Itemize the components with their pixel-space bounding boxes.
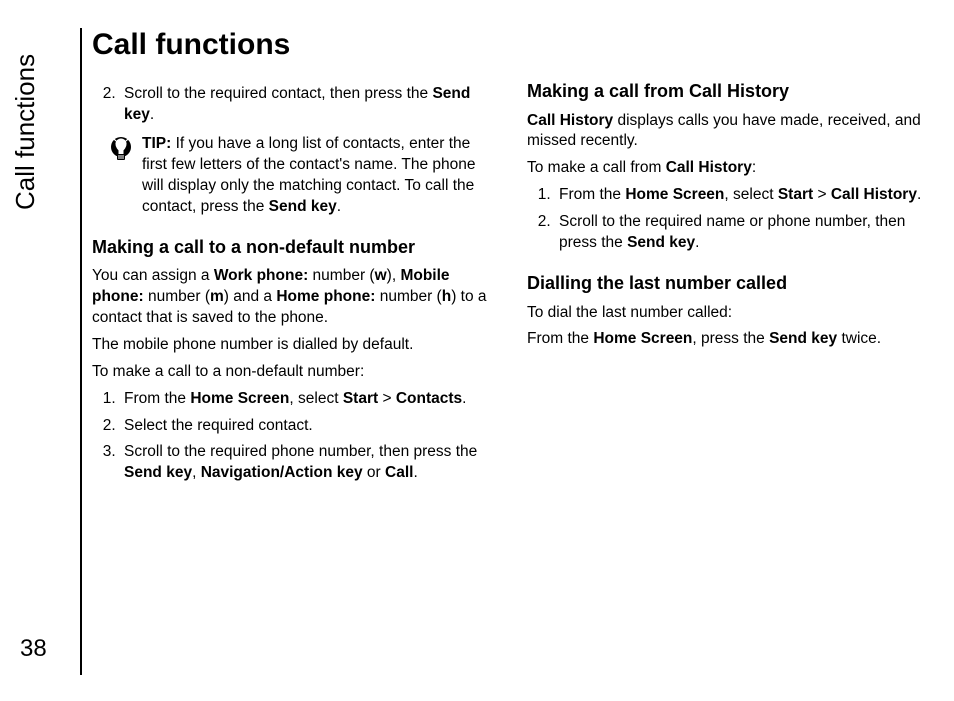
bold: w	[375, 267, 387, 284]
list-item: Scroll to the required contact, then pre…	[120, 84, 491, 126]
bold: Send key	[269, 198, 337, 215]
heading-dial-last: Dialling the last number called	[527, 272, 926, 295]
text: To make a call from	[527, 159, 666, 176]
bold: Home Screen	[593, 330, 692, 347]
text: .	[150, 106, 154, 123]
column-left: Scroll to the required contact, then pre…	[92, 80, 491, 490]
tip-block: TIP: If you have a long list of contacts…	[110, 134, 491, 218]
text: number (	[375, 288, 441, 305]
text: number (	[144, 288, 210, 305]
chapter-side-label-text: Call functions	[10, 54, 41, 210]
text: ),	[387, 267, 401, 284]
bold: Home Screen	[625, 186, 724, 203]
list-item: From the Home Screen, select Start > Con…	[120, 389, 491, 410]
page-number: 38	[20, 635, 47, 663]
bold: Start	[778, 186, 813, 203]
tip-label: TIP:	[142, 135, 171, 152]
paragraph: To dial the last number called:	[527, 303, 926, 324]
text: From the	[527, 330, 593, 347]
bold: Contacts	[396, 390, 462, 407]
text: From the	[124, 390, 190, 407]
call-history-steps: From the Home Screen, select Start > Cal…	[527, 185, 926, 254]
bold: Send key	[627, 234, 695, 251]
text: .	[917, 186, 921, 203]
text: , press the	[692, 330, 769, 347]
tip-text: TIP: If you have a long list of contacts…	[142, 134, 491, 218]
nondefault-steps: From the Home Screen, select Start > Con…	[92, 389, 491, 485]
content-area: Call functions Scroll to the required co…	[92, 28, 926, 673]
bold: Call History	[666, 159, 752, 176]
text: .	[695, 234, 699, 251]
text: Scroll to the required name or phone num…	[559, 213, 905, 251]
bold: Send key	[124, 464, 192, 481]
text: From the	[559, 186, 625, 203]
paragraph: From the Home Screen, press the Send key…	[527, 329, 926, 350]
text: or	[363, 464, 385, 481]
text: .	[413, 464, 417, 481]
bold: Call History	[527, 112, 613, 129]
list-item: Scroll to the required name or phone num…	[555, 212, 926, 254]
text: , select	[724, 186, 777, 203]
heading-call-history: Making a call from Call History	[527, 80, 926, 103]
paragraph: You can assign a Work phone: number (w),…	[92, 266, 491, 329]
text: You can assign a	[92, 267, 214, 284]
bold: Send key	[769, 330, 837, 347]
chapter-side-label: Call functions	[10, 30, 50, 250]
bold: Start	[343, 390, 378, 407]
paragraph: Call History displays calls you have mad…	[527, 111, 926, 153]
text: .	[462, 390, 466, 407]
contacts-steps-continued: Scroll to the required contact, then pre…	[92, 84, 491, 126]
manual-page: Call functions 38 Call functions Scroll …	[0, 0, 954, 701]
vertical-divider	[80, 28, 82, 675]
lightbulb-icon	[110, 136, 132, 218]
paragraph: To make a call from Call History:	[527, 158, 926, 179]
two-column-layout: Scroll to the required contact, then pre…	[92, 80, 926, 490]
list-item: Scroll to the required phone number, the…	[120, 442, 491, 484]
text: twice.	[837, 330, 881, 347]
text: >	[813, 186, 831, 203]
text: :	[752, 159, 756, 176]
bold: Work phone:	[214, 267, 308, 284]
paragraph: The mobile phone number is dialled by de…	[92, 335, 491, 356]
list-item: Select the required contact.	[120, 416, 491, 437]
heading-nondefault-number: Making a call to a non-default number	[92, 236, 491, 259]
list-item: From the Home Screen, select Start > Cal…	[555, 185, 926, 206]
text: ) and a	[224, 288, 277, 305]
text: .	[337, 198, 341, 215]
text: number (	[308, 267, 374, 284]
text: Scroll to the required contact, then pre…	[124, 85, 432, 102]
text: ,	[192, 464, 201, 481]
bold: Home Screen	[190, 390, 289, 407]
text: Scroll to the required phone number, the…	[124, 443, 477, 460]
bold: Call	[385, 464, 413, 481]
column-right: Making a call from Call History Call His…	[527, 80, 926, 490]
paragraph: To make a call to a non-default number:	[92, 362, 491, 383]
bold: h	[442, 288, 451, 305]
page-title: Call functions	[92, 28, 926, 62]
text: , select	[289, 390, 342, 407]
bold: Call History	[831, 186, 917, 203]
text: >	[378, 390, 396, 407]
bold: m	[210, 288, 224, 305]
bold: Navigation/Action key	[201, 464, 363, 481]
bold: Home phone:	[276, 288, 375, 305]
